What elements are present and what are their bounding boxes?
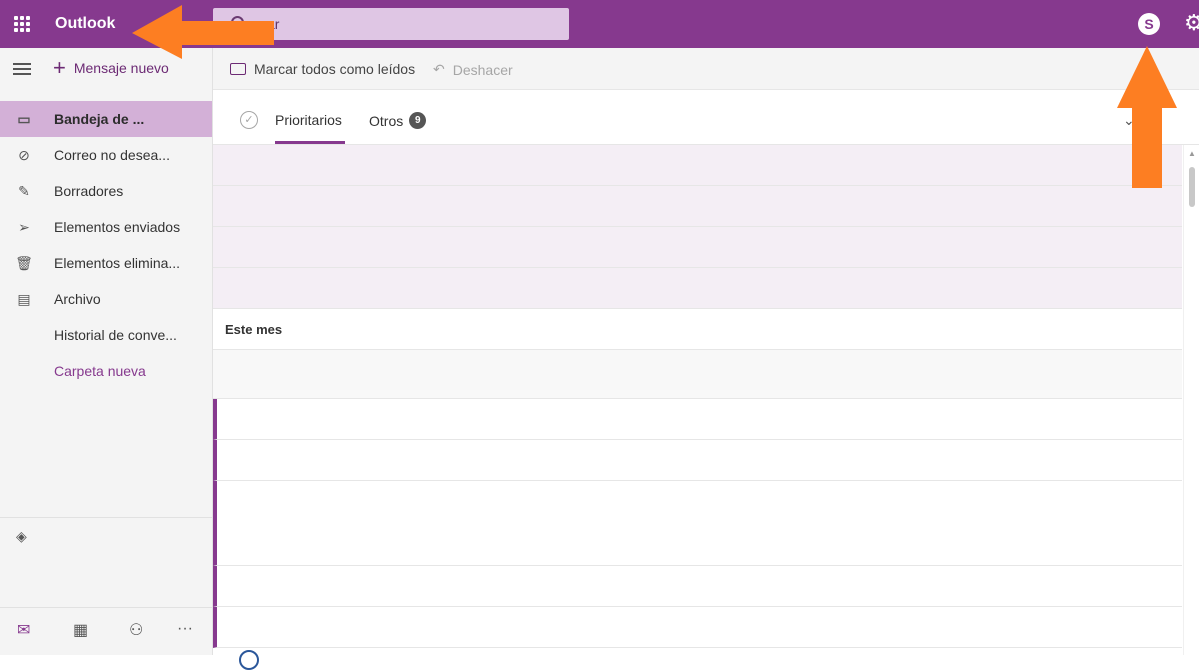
- inbox-tabs: ✓ Prioritarios Otros 9 ⌄: [213, 90, 1199, 145]
- sidebar-item-label: Borradores: [54, 183, 124, 199]
- skype-icon[interactable]: S: [1138, 13, 1160, 35]
- message-list-scrollbar[interactable]: ▲: [1183, 145, 1199, 655]
- sidebar-item-deleted[interactable]: 🗑 Elementos elimina...: [0, 245, 212, 281]
- sidebar-item-label: Archivo: [54, 291, 101, 307]
- annotation-arrow-left: [132, 5, 274, 59]
- more-icon[interactable]: ···: [177, 620, 193, 638]
- list-item[interactable]: [213, 607, 1182, 648]
- new-folder-button[interactable]: Carpeta nueva: [0, 353, 212, 389]
- sidebar-item-conversation-history[interactable]: Historial de conve...: [0, 317, 212, 353]
- sidebar-item-drafts[interactable]: ✎ Borradores: [0, 173, 212, 209]
- inbox-icon: ▭: [17, 110, 31, 127]
- archive-icon: ▤: [17, 290, 31, 307]
- list-item[interactable]: [213, 440, 1182, 481]
- sidebar-item-label: Elementos enviados: [54, 219, 181, 235]
- list-item[interactable]: [213, 268, 1182, 309]
- envelope-open-icon: [230, 63, 246, 75]
- sidebar-item-label: Historial de conve...: [54, 327, 177, 343]
- sidebar-item-label: Correo no desea...: [54, 147, 170, 163]
- mark-all-read-label: Marcar todos como leídos: [254, 61, 416, 77]
- mark-all-read-button[interactable]: Marcar todos como leídos: [230, 61, 415, 77]
- new-folder-label: Carpeta nueva: [54, 363, 146, 379]
- list-item[interactable]: [213, 481, 1182, 566]
- select-all-check-icon[interactable]: ✓: [240, 111, 258, 129]
- plus-icon: +: [53, 55, 66, 80]
- list-item[interactable]: [213, 566, 1182, 607]
- sidebar-item-archive[interactable]: ▤ Archivo: [0, 281, 212, 317]
- sidebar-item-junk[interactable]: ⊘ Correo no desea...: [0, 137, 212, 173]
- tab-focused[interactable]: Prioritarios: [275, 112, 342, 128]
- app-title[interactable]: Outlook: [55, 15, 115, 33]
- list-item[interactable]: [213, 227, 1182, 268]
- premium-diamond-icon[interactable]: ◈: [16, 528, 27, 545]
- people-icon[interactable]: ⚇: [129, 620, 143, 640]
- gear-icon[interactable]: ⚙: [1184, 11, 1199, 35]
- undo-label: Deshacer: [452, 61, 513, 78]
- list-item[interactable]: [213, 350, 1182, 399]
- new-message-label: Mensaje nuevo: [73, 60, 169, 76]
- annotation-arrow-up: [1117, 46, 1177, 188]
- scroll-thumb[interactable]: [1189, 167, 1195, 207]
- scroll-up-icon[interactable]: ▲: [1188, 149, 1196, 158]
- unread-count-badge: 9: [409, 112, 427, 129]
- calendar-icon[interactable]: ▦: [73, 620, 88, 640]
- tab-other[interactable]: Otros 9: [369, 112, 427, 129]
- divider: [0, 607, 212, 608]
- main-command-bar: Marcar todos como leídos ↶ Deshacer: [213, 48, 1199, 90]
- section-header-label: Este mes: [225, 322, 283, 337]
- hamburger-menu-icon[interactable]: [13, 63, 31, 75]
- avatar: [239, 650, 259, 670]
- tab-other-label: Otros: [369, 112, 404, 129]
- send-icon: ➢: [18, 218, 30, 235]
- sidebar-item-label: Bandeja de ...: [54, 111, 145, 127]
- section-header: Este mes: [213, 309, 1182, 350]
- trash-icon: 🗑: [15, 254, 33, 271]
- new-message-button[interactable]: + Mensaje nuevo: [53, 55, 169, 80]
- sidebar-item-label: Elementos elimina...: [54, 255, 181, 271]
- active-tab-indicator: [275, 141, 345, 144]
- mail-icon[interactable]: ✉: [17, 620, 30, 640]
- divider: [0, 517, 212, 518]
- list-item[interactable]: [213, 145, 1182, 186]
- sidebar-item-sent[interactable]: ➢ Elementos enviados: [0, 209, 212, 245]
- sidebar-item-inbox[interactable]: ▭ Bandeja de ...: [0, 101, 212, 137]
- app-launcher-icon[interactable]: [12, 14, 32, 34]
- undo-icon: ↶: [433, 61, 445, 77]
- list-item[interactable]: [213, 186, 1182, 227]
- list-item[interactable]: [213, 399, 1182, 440]
- undo-button[interactable]: ↶ Deshacer: [433, 61, 513, 78]
- block-icon: ⊘: [18, 146, 30, 163]
- pencil-icon: ✎: [18, 182, 30, 199]
